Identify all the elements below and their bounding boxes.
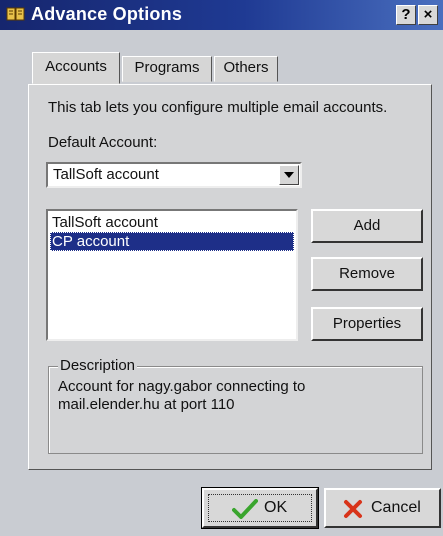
help-button[interactable]: ? [396, 5, 416, 25]
tab-programs[interactable]: Programs [122, 56, 212, 82]
default-account-label: Default Account: [48, 134, 158, 151]
title-bar[interactable]: Advance Options ? × [0, 0, 443, 30]
tab-others[interactable]: Others [214, 56, 278, 82]
tab-accounts[interactable]: Accounts [32, 52, 120, 84]
description-group: Description Account for nagy.gabor conne… [48, 357, 423, 454]
default-account-dropdown[interactable]: TallSoft account [46, 162, 302, 188]
app-icon [6, 5, 26, 23]
cancel-button[interactable]: Cancel [324, 488, 441, 528]
remove-button[interactable]: Remove [311, 257, 423, 291]
description-line: Account for nagy.gabor connecting to [58, 378, 306, 395]
default-account-value: TallSoft account [53, 166, 159, 183]
close-button[interactable]: × [418, 5, 438, 25]
focus-rect [208, 494, 312, 522]
intro-text: This tab lets you configure multiple ema… [48, 99, 388, 116]
list-item[interactable]: TallSoft account [50, 213, 294, 232]
ok-button[interactable]: OK [201, 487, 319, 529]
accounts-list[interactable]: TallSoft account CP account [46, 209, 298, 341]
chevron-down-icon[interactable] [279, 165, 299, 185]
description-text: Account for nagy.gabor connecting to mai… [58, 378, 408, 414]
checkmark-icon [232, 499, 258, 524]
cancel-label: Cancel [371, 499, 421, 516]
accounts-panel: This tab lets you configure multiple ema… [28, 84, 432, 470]
ok-label: OK [264, 499, 288, 516]
list-item-selected[interactable]: CP account [50, 232, 294, 251]
add-button[interactable]: Add [311, 209, 423, 243]
window-title: Advance Options [31, 4, 183, 24]
red-x-icon [343, 499, 363, 524]
properties-button[interactable]: Properties [311, 307, 423, 341]
description-line: mail.elender.hu at port 110 [58, 396, 235, 413]
description-label: Description [58, 357, 138, 374]
